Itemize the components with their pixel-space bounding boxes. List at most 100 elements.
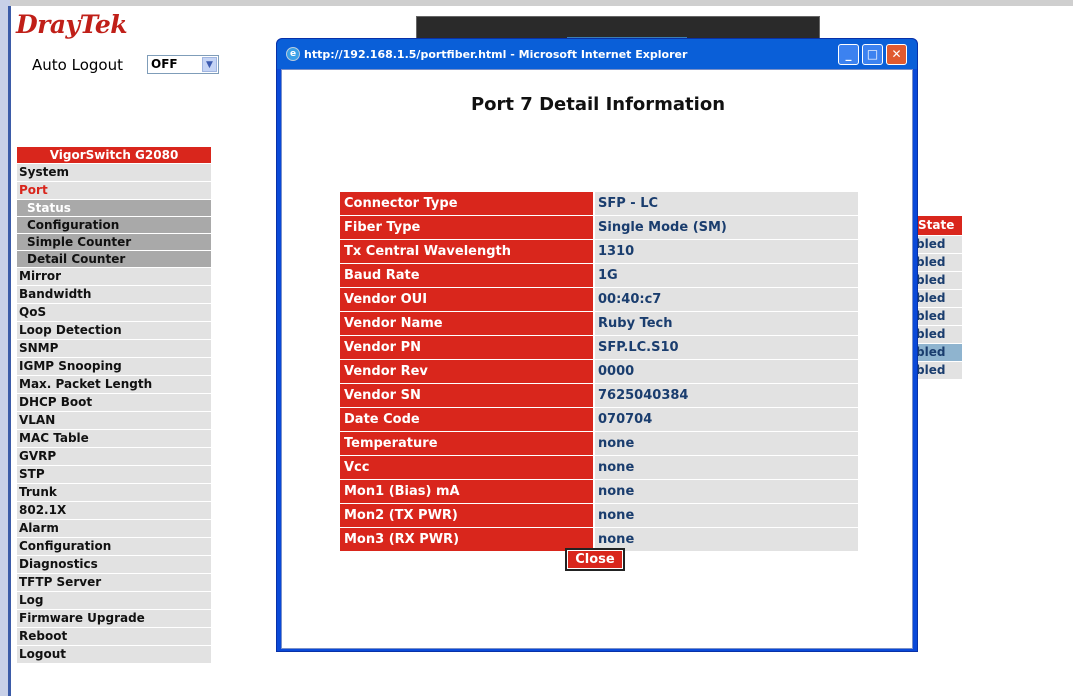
top-frame-border xyxy=(0,0,1073,6)
row-value: SFP.LC.S10 xyxy=(595,336,858,359)
sidebar-subitem-detail-counter[interactable]: Detail Counter xyxy=(17,251,211,267)
sidebar-item-loop-detection[interactable]: Loop Detection xyxy=(17,322,211,339)
row-key: Date Code xyxy=(340,408,593,431)
table-row: Fiber Type Single Mode (SM) xyxy=(340,216,858,239)
state-header: State xyxy=(916,216,962,235)
table-row: Vendor OUI 00:40:c7 xyxy=(340,288,858,311)
maximize-icon[interactable]: □ xyxy=(862,44,883,65)
row-value: 070704 xyxy=(595,408,858,431)
row-key: Fiber Type xyxy=(340,216,593,239)
table-row: Tx Central Wavelength 1310 xyxy=(340,240,858,263)
table-row: Vcc none xyxy=(340,456,858,479)
row-key: Vendor SN xyxy=(340,384,593,407)
sidebar-item-qos[interactable]: QoS xyxy=(17,304,211,321)
sidebar-item-configuration[interactable]: Configuration xyxy=(17,538,211,555)
table-row: Vendor Name Ruby Tech xyxy=(340,312,858,335)
row-key: Mon1 (Bias) mA xyxy=(340,480,593,503)
row-value: Ruby Tech xyxy=(595,312,858,335)
row-value: 1310 xyxy=(595,240,858,263)
row-key: Temperature xyxy=(340,432,593,455)
state-cell: bled xyxy=(916,236,962,253)
state-cell: bled xyxy=(916,272,962,289)
state-cell: bled xyxy=(916,362,962,379)
sidebar-item-alarm[interactable]: Alarm xyxy=(17,520,211,537)
popup-titlebar[interactable]: e http://192.168.1.5/portfiber.html - Mi… xyxy=(277,39,917,69)
sidebar-item-stp[interactable]: STP xyxy=(17,466,211,483)
sidebar-item-port[interactable]: Port xyxy=(17,182,211,199)
sidebar-item-8021x[interactable]: 802.1X xyxy=(17,502,211,519)
page-title: Port 7 Detail Information xyxy=(470,94,726,115)
sidebar-item-dhcp-boot[interactable]: DHCP Boot xyxy=(17,394,211,411)
row-value: none xyxy=(595,432,858,455)
sidebar-item-logout[interactable]: Logout xyxy=(17,646,211,663)
sidebar-subitem-status[interactable]: Status xyxy=(17,200,211,216)
table-row: Connector Type SFP - LC xyxy=(340,192,858,215)
sidebar-item-diagnostics[interactable]: Diagnostics xyxy=(17,556,211,573)
row-key: Baud Rate xyxy=(340,264,593,287)
state-cell: bled xyxy=(916,254,962,271)
close-button[interactable]: Close xyxy=(565,548,625,571)
background-state-column: State bled bled bled bled bled bled bled… xyxy=(916,216,962,380)
row-key: Vendor OUI xyxy=(340,288,593,311)
row-key: Connector Type xyxy=(340,192,593,215)
row-value: 00:40:c7 xyxy=(595,288,858,311)
state-cell: bled xyxy=(916,326,962,343)
sidebar-header: VigorSwitch G2080 xyxy=(17,147,211,163)
sidebar-item-mirror[interactable]: Mirror xyxy=(17,268,211,285)
table-row: Vendor PN SFP.LC.S10 xyxy=(340,336,858,359)
sidebar-item-firmware-upgrade[interactable]: Firmware Upgrade xyxy=(17,610,211,627)
page: DrayTek Auto Logout OFF ▼ VigorSwitch G2… xyxy=(0,0,1073,696)
sidebar-item-bandwidth[interactable]: Bandwidth xyxy=(17,286,211,303)
ie-icon: e xyxy=(286,47,300,61)
row-value: none xyxy=(595,456,858,479)
row-value: none xyxy=(595,528,858,551)
sidebar-item-igmp-snooping[interactable]: IGMP Snooping xyxy=(17,358,211,375)
table-row: Vendor Rev 0000 xyxy=(340,360,858,383)
sidebar-item-log[interactable]: Log xyxy=(17,592,211,609)
popup-window: e http://192.168.1.5/portfiber.html - Mi… xyxy=(276,38,918,652)
sidebar-item-system[interactable]: System xyxy=(17,164,211,181)
sidebar-item-mac-table[interactable]: MAC Table xyxy=(17,430,211,447)
state-cell: bled xyxy=(916,290,962,307)
sidebar-item-max-packet-length[interactable]: Max. Packet Length xyxy=(17,376,211,393)
row-key: Mon2 (TX PWR) xyxy=(340,504,593,527)
table-row: Vendor SN 7625040384 xyxy=(340,384,858,407)
chevron-down-icon[interactable]: ▼ xyxy=(202,57,217,72)
sidebar-menu: VigorSwitch G2080 System Port Status Con… xyxy=(17,147,211,664)
state-cell: bled xyxy=(916,308,962,325)
row-key: Vendor Name xyxy=(340,312,593,335)
row-key: Tx Central Wavelength xyxy=(340,240,593,263)
row-value: 7625040384 xyxy=(595,384,858,407)
table-row: Mon1 (Bias) mA none xyxy=(340,480,858,503)
row-value: Single Mode (SM) xyxy=(595,216,858,239)
row-key: Vendor PN xyxy=(340,336,593,359)
sidebar-subitem-configuration[interactable]: Configuration xyxy=(17,217,211,233)
sidebar-item-snmp[interactable]: SNMP xyxy=(17,340,211,357)
sidebar-subitem-simple-counter[interactable]: Simple Counter xyxy=(17,234,211,250)
row-value: SFP - LC xyxy=(595,192,858,215)
row-key: Vendor Rev xyxy=(340,360,593,383)
row-value: 1G xyxy=(595,264,858,287)
close-icon[interactable]: ✕ xyxy=(886,44,907,65)
row-value: 0000 xyxy=(595,360,858,383)
sidebar-item-gvrp[interactable]: GVRP xyxy=(17,448,211,465)
brand-logo: DrayTek xyxy=(16,10,128,39)
minimize-icon[interactable]: _ xyxy=(838,44,859,65)
sidebar-item-trunk[interactable]: Trunk xyxy=(17,484,211,501)
table-row: Baud Rate 1G xyxy=(340,264,858,287)
row-value: none xyxy=(595,480,858,503)
row-key: Mon3 (RX PWR) xyxy=(340,528,593,551)
table-row: Mon2 (TX PWR) none xyxy=(340,504,858,527)
left-frame-rule xyxy=(8,6,11,696)
popup-window-title: http://192.168.1.5/portfiber.html - Micr… xyxy=(304,48,688,61)
sidebar-item-reboot[interactable]: Reboot xyxy=(17,628,211,645)
sidebar-item-vlan[interactable]: VLAN xyxy=(17,412,211,429)
sidebar-item-tftp-server[interactable]: TFTP Server xyxy=(17,574,211,591)
table-row: Temperature none xyxy=(340,432,858,455)
auto-logout-value: OFF xyxy=(151,57,178,71)
row-value: none xyxy=(595,504,858,527)
state-cell-selected: bled xyxy=(916,344,962,361)
auto-logout-select[interactable]: OFF ▼ xyxy=(147,55,219,74)
popup-content: Port 7 Detail Information Connector Type… xyxy=(281,69,913,649)
detail-table: Connector Type SFP - LC Fiber Type Single … xyxy=(340,192,858,552)
